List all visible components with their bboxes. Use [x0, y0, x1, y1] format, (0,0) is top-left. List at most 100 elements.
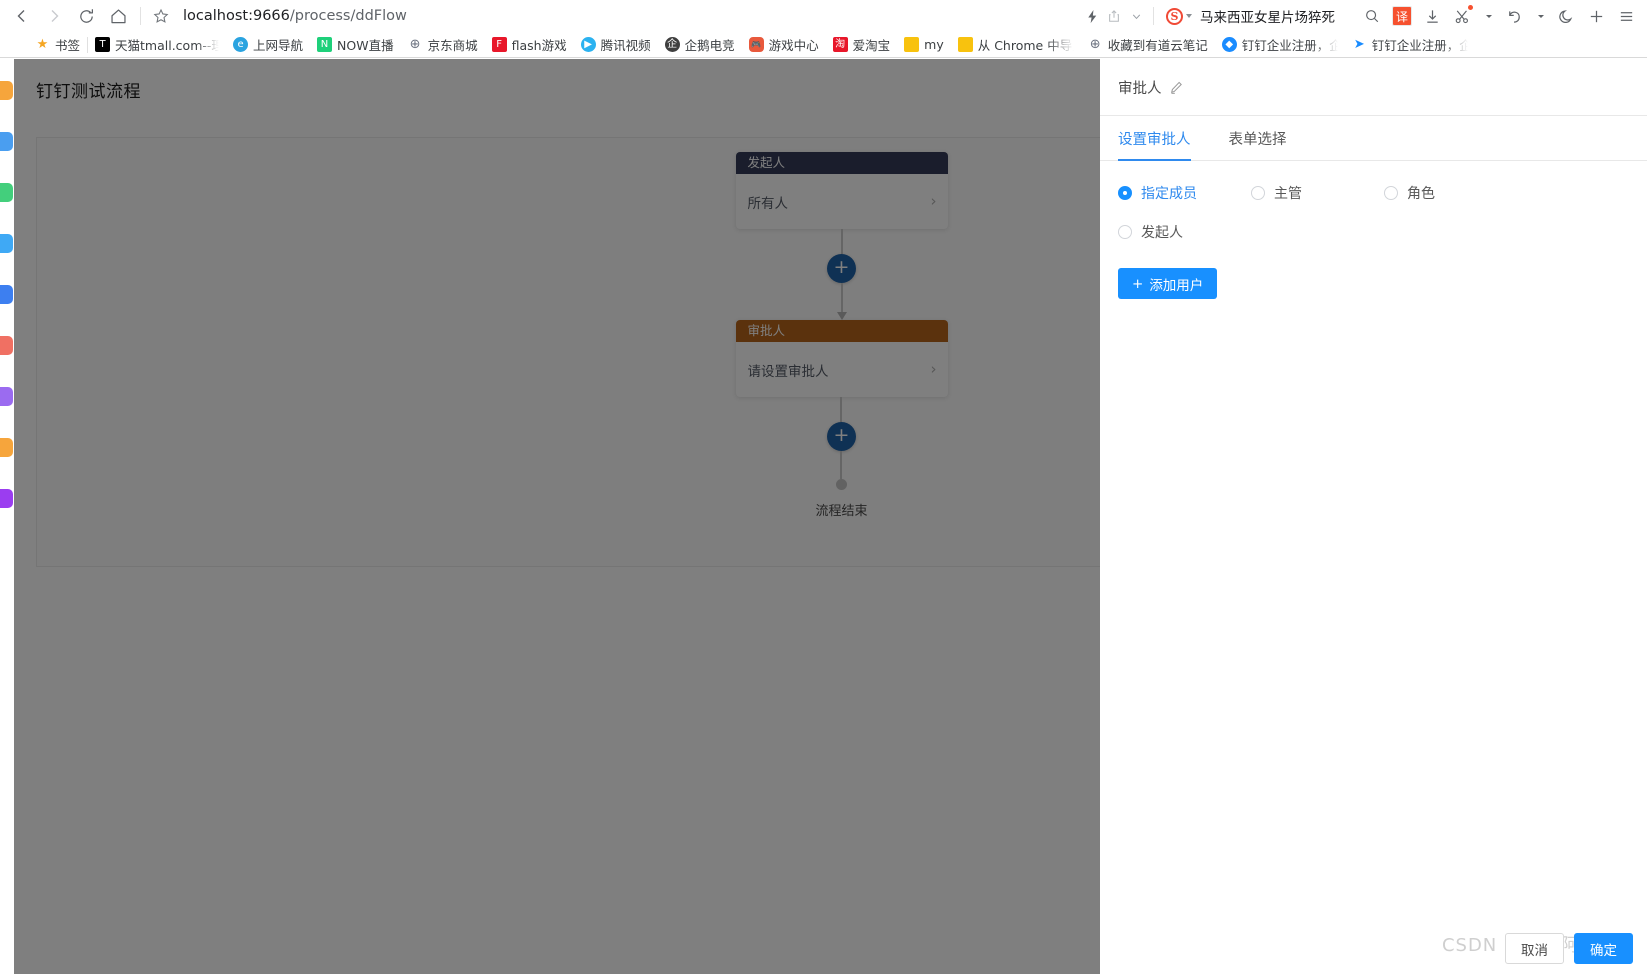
browser-icon: e: [233, 37, 249, 52]
page-viewport: 钉钉测试流程 发起人 所有人 › +: [0, 59, 1647, 974]
tab-set-approver[interactable]: 设置审批人: [1118, 116, 1191, 161]
radio-indicator-icon: [1251, 186, 1265, 200]
globe-icon: ⊕: [1089, 37, 1101, 52]
bookmark-star-icon[interactable]: [147, 2, 175, 30]
url-path: /process/ddFlow: [289, 8, 407, 24]
bookmark-label: 从 Chrome 中导入: [977, 38, 1074, 53]
bookmark-item[interactable]: ⊕ 京东商城: [401, 34, 485, 56]
taobao-icon: 淘: [832, 37, 848, 52]
rail-icon-7[interactable]: [0, 387, 13, 406]
sogou-logo-icon: S: [1166, 7, 1183, 25]
confirm-button[interactable]: 确定: [1574, 933, 1633, 964]
scissors-dropdown-icon[interactable]: [1477, 2, 1499, 30]
bookmark-item[interactable]: ▶ 腾讯视频: [574, 34, 658, 56]
search-icon[interactable]: [1357, 2, 1387, 30]
rail-icon-6[interactable]: [0, 336, 13, 355]
rail-icon-1[interactable]: [0, 81, 13, 100]
bookmark-item[interactable]: ★ 书签: [28, 34, 87, 56]
bookmark-item[interactable]: ◆ 钉钉企业注册，企业: [1215, 34, 1345, 56]
home-button[interactable]: [102, 2, 134, 30]
approver-type-radio-group-row1: 指定成员 主管 角色: [1118, 183, 1629, 203]
bookmark-label: 书签: [55, 38, 81, 53]
modal-dim-overlay[interactable]: [14, 59, 1114, 974]
bookmark-item[interactable]: ➤ 钉钉企业注册，企业: [1345, 34, 1475, 56]
bookmark-item[interactable]: 🎮 游戏中心: [742, 34, 826, 56]
download-icon[interactable]: [1417, 2, 1447, 30]
bookmark-label: NOW直播: [337, 38, 394, 53]
forward-button[interactable]: [38, 2, 70, 30]
tab-label: 设置审批人: [1118, 131, 1191, 148]
radio-indicator-icon: [1384, 186, 1398, 200]
rail-icon-8[interactable]: [0, 438, 13, 457]
dingtalk-arrow-icon: ➤: [1353, 37, 1365, 52]
drawer-title: 审批人: [1118, 80, 1162, 97]
back-button[interactable]: [6, 2, 38, 30]
drawer-footer: 取消 确定: [1505, 933, 1633, 964]
address-bar[interactable]: localhost:9666/process/ddFlow: [175, 2, 1081, 30]
browser-toolbar: localhost:9666/process/ddFlow S 马来西亚女星片场…: [0, 0, 1647, 32]
rail-icon-4[interactable]: [0, 234, 13, 253]
undo-icon[interactable]: [1499, 2, 1529, 30]
radio-option-1[interactable]: 主管: [1251, 183, 1384, 203]
radio-indicator-icon: [1118, 186, 1132, 200]
bookmark-item[interactable]: Fflash游戏: [485, 34, 574, 56]
scissors-icon[interactable]: [1447, 2, 1477, 30]
bookmark-label: my: [924, 37, 944, 52]
rail-icon-3[interactable]: [0, 183, 13, 202]
toolbar-right-group: S 马来西亚女星片场猝死 译: [1081, 2, 1641, 30]
add-user-button-label: 添加用户: [1149, 277, 1204, 294]
bookmark-item[interactable]: N NOW直播: [310, 34, 401, 56]
undo-dropdown-icon[interactable]: [1529, 2, 1551, 30]
flash-icon: F: [491, 37, 507, 52]
new-tab-plus-icon[interactable]: [1581, 2, 1611, 30]
globe-icon: ⊕: [409, 37, 421, 52]
bookmark-item[interactable]: e 上网导航: [226, 34, 310, 56]
drawer-tabs: 设置审批人 表单选择: [1100, 116, 1647, 161]
radio-option-2[interactable]: 角色: [1384, 183, 1517, 203]
tab-form-select[interactable]: 表单选择: [1229, 116, 1287, 160]
bookmark-label: 天猫tmall.com--理: [115, 38, 220, 53]
reload-button[interactable]: [70, 2, 102, 30]
bookmark-item[interactable]: T 天猫tmall.com--理: [88, 34, 226, 56]
tencent-video-icon: ▶: [580, 37, 596, 52]
folder-icon: [957, 37, 973, 52]
search-suggestion-text[interactable]: 马来西亚女星片场猝死: [1194, 6, 1335, 26]
bookmarks-bar: ★ 书签 T 天猫tmall.com--理 e 上网导航 N NOW直播 ⊕ 京东商城 Fflash…: [0, 32, 1647, 58]
share-icon[interactable]: [1103, 2, 1125, 30]
rail-icon-9[interactable]: [0, 489, 13, 508]
tmall-icon: T: [95, 37, 111, 52]
now-live-icon: N: [317, 37, 333, 52]
bookmark-item[interactable]: ⊕ 收藏到有道云笔记: [1081, 34, 1215, 56]
rail-icon-2[interactable]: [0, 132, 13, 151]
lightning-icon[interactable]: [1081, 2, 1103, 30]
bookmark-label: 腾讯视频: [600, 38, 651, 53]
translate-badge: 译: [1392, 6, 1412, 26]
bookmark-item[interactable]: my: [897, 34, 951, 56]
approver-settings-drawer: 审批人 设置审批人 表单选择 指定成员 主管 角色 发起人 + 添加用户: [1100, 59, 1647, 974]
dingtalk-icon: ◆: [1221, 37, 1237, 52]
radio-option-3[interactable]: 发起人: [1118, 222, 1251, 242]
radio-label: 角色: [1407, 186, 1435, 202]
bookmark-item[interactable]: 从 Chrome 中导入: [951, 34, 1081, 56]
bookmark-label: 收藏到有道云笔记: [1107, 38, 1208, 53]
bookmark-label: 上网导航: [253, 38, 304, 53]
translate-icon[interactable]: 译: [1387, 2, 1417, 30]
pencil-icon[interactable]: [1169, 80, 1184, 95]
rail-icon-5[interactable]: [0, 285, 13, 304]
menu-icon[interactable]: [1611, 2, 1641, 30]
approver-type-radio-group-row2: 发起人: [1118, 222, 1629, 242]
chevron-down-icon[interactable]: [1125, 2, 1147, 30]
moon-icon[interactable]: [1551, 2, 1581, 30]
tab-label: 表单选择: [1228, 131, 1287, 148]
penguin-esports-icon: 企: [664, 37, 680, 52]
radio-option-0[interactable]: 指定成员: [1118, 183, 1251, 203]
radio-indicator-icon: [1118, 225, 1132, 239]
cancel-button[interactable]: 取消: [1505, 933, 1564, 964]
bookmark-item[interactable]: 淘爱淘宝: [826, 34, 898, 56]
bookmark-item[interactable]: 企企鹅电竞: [658, 34, 742, 56]
add-user-button[interactable]: + 添加用户: [1118, 268, 1218, 299]
drawer-content: 指定成员 主管 角色 发起人 + 添加用户: [1100, 161, 1647, 974]
search-engine-selector[interactable]: S: [1160, 2, 1194, 30]
notification-dot: [1468, 5, 1473, 10]
app-launcher-rail: [0, 59, 14, 974]
